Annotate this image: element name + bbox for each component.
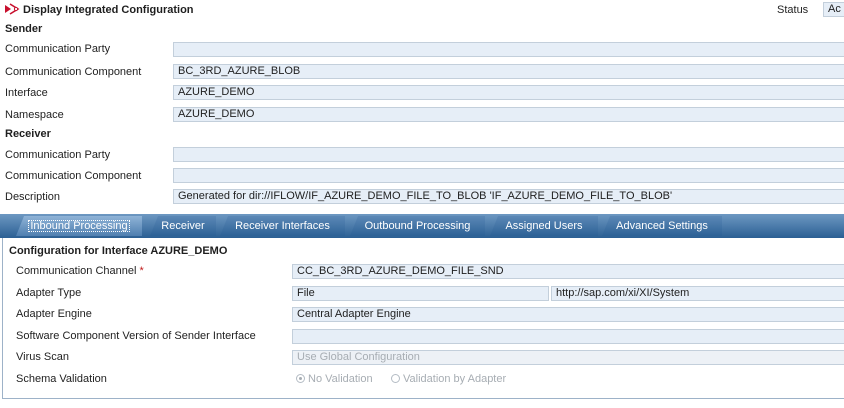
adapter-engine-label: Adapter Engine: [16, 308, 92, 320]
tab-label: Receiver: [161, 220, 205, 232]
sender-heading: Sender: [5, 23, 43, 35]
tab-label: Assigned Users: [505, 220, 583, 232]
tab-label: Outbound Processing: [364, 220, 471, 232]
sender-party-label: Communication Party: [5, 43, 111, 55]
sender-interface-label: Interface: [5, 87, 48, 99]
sender-component-field[interactable]: BC_3RD_AZURE_BLOB: [173, 64, 844, 79]
receiver-component-field[interactable]: [173, 168, 844, 183]
channel-label: Communication Channel *: [16, 264, 144, 278]
sender-interface-field[interactable]: AZURE_DEMO: [173, 85, 844, 100]
channel-field[interactable]: CC_BC_3RD_AZURE_DEMO_FILE_SND: [292, 264, 844, 279]
tab-outbound-processing[interactable]: Outbound Processing: [350, 216, 485, 236]
swcv-field[interactable]: [292, 329, 844, 344]
tab-label: Receiver Interfaces: [235, 220, 330, 232]
sender-namespace-label: Namespace: [5, 109, 64, 121]
adapter-type-field[interactable]: File: [292, 286, 549, 301]
schema-option-no-validation[interactable]: No Validation: [296, 372, 373, 386]
sender-party-field[interactable]: [173, 42, 844, 57]
tab-inbound-processing[interactable]: Inbound Processing: [16, 216, 142, 236]
sender-namespace-field[interactable]: AZURE_DEMO: [173, 107, 844, 122]
tab-label: Inbound Processing: [28, 220, 130, 232]
receiver-component-label: Communication Component: [5, 170, 142, 182]
tab-receiver-interfaces[interactable]: Receiver Interfaces: [220, 216, 345, 236]
header-bar: Display Integrated Configuration Status …: [0, 0, 844, 20]
tab-assigned-users[interactable]: Assigned Users: [490, 216, 598, 236]
page-title: Display Integrated Configuration: [23, 4, 194, 16]
virus-scan-label: Virus Scan: [16, 351, 69, 363]
receiver-party-label: Communication Party: [5, 149, 111, 161]
tab-label: Advanced Settings: [616, 220, 708, 232]
receiver-heading: Receiver: [5, 128, 51, 140]
radio-selected-icon: [296, 374, 305, 383]
description-field[interactable]: Generated for dir://IFLOW/IF_AZURE_DEMO_…: [173, 189, 844, 204]
tab-receiver[interactable]: Receiver: [150, 216, 216, 236]
integrated-configuration-icon: [4, 3, 20, 18]
description-label: Description: [5, 191, 61, 203]
adapter-engine-field[interactable]: Central Adapter Engine: [292, 307, 844, 322]
status-field[interactable]: Ac: [823, 2, 844, 17]
virus-scan-field[interactable]: Use Global Configuration: [292, 350, 844, 365]
receiver-party-field[interactable]: [173, 147, 844, 162]
tab-advanced-settings[interactable]: Advanced Settings: [602, 216, 722, 236]
option-label: Validation by Adapter: [403, 373, 507, 385]
channel-label-text: Communication Channel: [16, 265, 137, 277]
radio-unselected-icon: [391, 374, 400, 383]
schema-option-validation-by-adapter[interactable]: Validation by Adapter: [391, 372, 506, 386]
schema-validation-label: Schema Validation: [16, 373, 107, 385]
inbound-heading: Configuration for Interface AZURE_DEMO: [9, 245, 228, 257]
adapter-namespace-field[interactable]: http://sap.com/xi/XI/System: [551, 286, 844, 301]
swcv-label: Software Component Version of Sender Int…: [16, 330, 256, 342]
required-marker: *: [139, 265, 144, 277]
sender-component-label: Communication Component: [5, 66, 142, 78]
status-label: Status: [777, 4, 809, 16]
option-label: No Validation: [308, 373, 373, 385]
adapter-type-label: Adapter Type: [16, 287, 82, 299]
